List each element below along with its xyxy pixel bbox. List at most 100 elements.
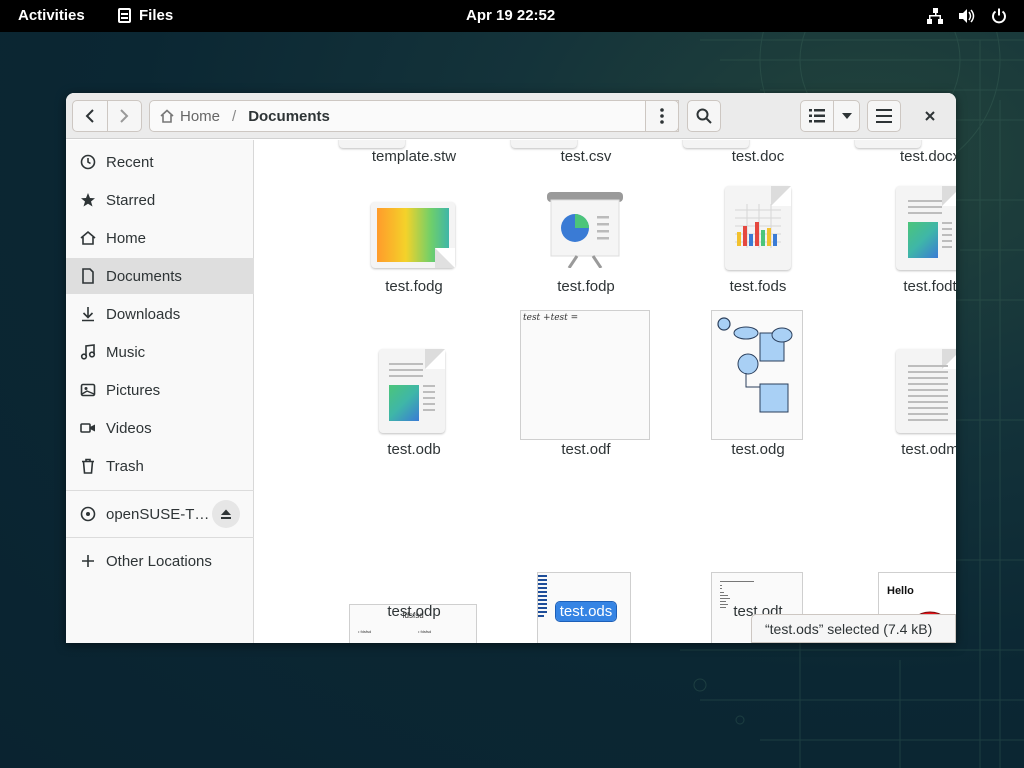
app-menu[interactable]: Files bbox=[118, 7, 173, 24]
sidebar-item-label: Pictures bbox=[106, 381, 161, 399]
sidebar-item-label: Home bbox=[106, 229, 147, 247]
eject-icon bbox=[221, 509, 231, 519]
file-icon-partial bbox=[855, 140, 921, 148]
chevron-down-icon bbox=[841, 113, 852, 119]
sidebar-item-pictures[interactable]: Pictures bbox=[66, 372, 254, 408]
sidebar-item-recent[interactable]: Recent bbox=[66, 144, 254, 180]
path-bar: Home / Documents bbox=[149, 100, 679, 132]
power-icon[interactable] bbox=[990, 7, 1008, 25]
chevron-right-icon bbox=[120, 109, 129, 123]
formula-thumbnail[interactable]: test +test = bbox=[520, 310, 650, 440]
sidebar-item-downloads[interactable]: Downloads bbox=[66, 296, 254, 332]
sidebar-item-label: Recent bbox=[106, 153, 154, 171]
path-home-button[interactable]: Home bbox=[160, 108, 220, 125]
sidebar-separator bbox=[66, 490, 254, 491]
sidebar-item-starred[interactable]: Starred bbox=[66, 182, 254, 218]
home-icon bbox=[80, 230, 96, 246]
sidebar-separator bbox=[66, 537, 254, 538]
file-name-selected[interactable]: test.ods bbox=[511, 601, 661, 622]
pictures-icon bbox=[80, 382, 96, 398]
forward-button[interactable] bbox=[106, 101, 141, 131]
sidebar-item-home[interactable]: Home bbox=[66, 220, 254, 256]
network-icon[interactable] bbox=[926, 7, 944, 25]
file-name[interactable]: test.odb bbox=[339, 441, 489, 458]
app-name: Files bbox=[139, 7, 174, 24]
star-icon bbox=[80, 192, 96, 208]
drawing-file-icon[interactable] bbox=[371, 202, 455, 268]
search-icon bbox=[696, 108, 712, 124]
file-name[interactable]: template.stw bbox=[339, 148, 489, 165]
spreadsheet-file-icon[interactable] bbox=[725, 186, 791, 270]
home-icon bbox=[160, 109, 174, 123]
slide-bullet: • fdsfsd bbox=[418, 629, 432, 634]
file-name[interactable]: test.odf bbox=[511, 441, 661, 458]
file-name[interactable]: test.fods bbox=[683, 278, 833, 295]
file-icon-partial bbox=[511, 140, 577, 148]
file-name[interactable]: test.fodg bbox=[339, 278, 489, 295]
download-icon bbox=[80, 306, 96, 322]
sidebar-item-label: Videos bbox=[106, 419, 152, 437]
file-name[interactable]: test.docx bbox=[855, 148, 956, 165]
sidebar-item-label: Downloads bbox=[106, 305, 181, 323]
sidebar-item-videos[interactable]: Videos bbox=[66, 410, 254, 446]
file-name[interactable]: test.fodp bbox=[511, 278, 661, 295]
sidebar-item-label: Other Locations bbox=[106, 552, 212, 570]
top-bar: Activities Files Apr 19 22:52 bbox=[0, 0, 1024, 32]
slide-bullet: • fdsfsd bbox=[358, 629, 372, 634]
sidebar-item-label: Starred bbox=[106, 191, 156, 209]
view-options-button[interactable] bbox=[833, 101, 859, 131]
list-view-button[interactable] bbox=[801, 101, 833, 131]
chevron-left-icon bbox=[85, 109, 94, 123]
file-name[interactable]: test.odm bbox=[855, 441, 956, 458]
close-button[interactable] bbox=[918, 106, 942, 126]
list-icon bbox=[809, 109, 825, 123]
volume-icon[interactable] bbox=[958, 7, 976, 25]
close-icon bbox=[925, 111, 935, 121]
video-icon bbox=[80, 420, 96, 436]
sidebar-item-label: Trash bbox=[106, 457, 144, 475]
clock[interactable]: Apr 19 22:52 bbox=[466, 7, 555, 24]
file-name[interactable]: test.doc bbox=[683, 148, 833, 165]
path-current[interactable]: Documents bbox=[248, 108, 330, 125]
sidebar-item-documents[interactable]: Documents bbox=[66, 258, 254, 294]
text-document-file-icon[interactable] bbox=[896, 186, 956, 270]
sidebar: Recent Starred Home Documents Downloads … bbox=[66, 140, 254, 643]
sidebar-item-music[interactable]: Music bbox=[66, 334, 254, 370]
document-icon bbox=[80, 268, 96, 284]
sidebar-item-label: openSUSE-T… bbox=[106, 505, 210, 523]
files-window: Home / Documents Recent Starred Home Doc… bbox=[66, 93, 956, 643]
file-grid: template.stw test.csv test.doc test.docx… bbox=[255, 140, 956, 643]
disc-icon bbox=[80, 506, 96, 522]
navigation-buttons bbox=[72, 100, 142, 132]
database-file-icon[interactable] bbox=[379, 349, 445, 433]
file-name[interactable]: test.odg bbox=[683, 441, 833, 458]
trash-icon bbox=[80, 458, 96, 474]
system-tray[interactable] bbox=[926, 7, 1008, 25]
music-icon bbox=[80, 344, 96, 360]
clock-icon bbox=[80, 154, 96, 170]
presentation-file-icon[interactable] bbox=[547, 192, 623, 269]
drawing-thumbnail[interactable] bbox=[711, 310, 803, 440]
main-menu-button[interactable] bbox=[867, 100, 901, 132]
hamburger-icon bbox=[876, 109, 892, 123]
back-button[interactable] bbox=[73, 101, 107, 131]
file-icon-partial bbox=[339, 140, 405, 148]
file-name[interactable]: test.odp bbox=[339, 603, 489, 620]
header-bar: Home / Documents bbox=[66, 93, 956, 139]
sidebar-item-other-locations[interactable]: Other Locations bbox=[66, 543, 254, 579]
view-toggle-group bbox=[800, 100, 860, 132]
file-name[interactable]: test.fodt bbox=[855, 278, 956, 295]
file-name[interactable]: test.csv bbox=[511, 148, 661, 165]
sidebar-item-trash[interactable]: Trash bbox=[66, 448, 254, 484]
eject-button[interactable] bbox=[212, 500, 240, 528]
search-button[interactable] bbox=[687, 100, 721, 132]
activities-button[interactable]: Activities bbox=[18, 7, 85, 24]
sidebar-item-label: Documents bbox=[106, 267, 182, 285]
folder-menu-button[interactable] bbox=[645, 100, 679, 132]
sidebar-item-label: Music bbox=[106, 343, 146, 361]
file-icon-partial bbox=[683, 140, 749, 148]
sidebar-item-device[interactable]: openSUSE-T… bbox=[66, 496, 254, 532]
path-home-label: Home bbox=[180, 107, 221, 125]
path-separator: / bbox=[232, 107, 237, 125]
master-document-file-icon[interactable] bbox=[896, 349, 956, 433]
